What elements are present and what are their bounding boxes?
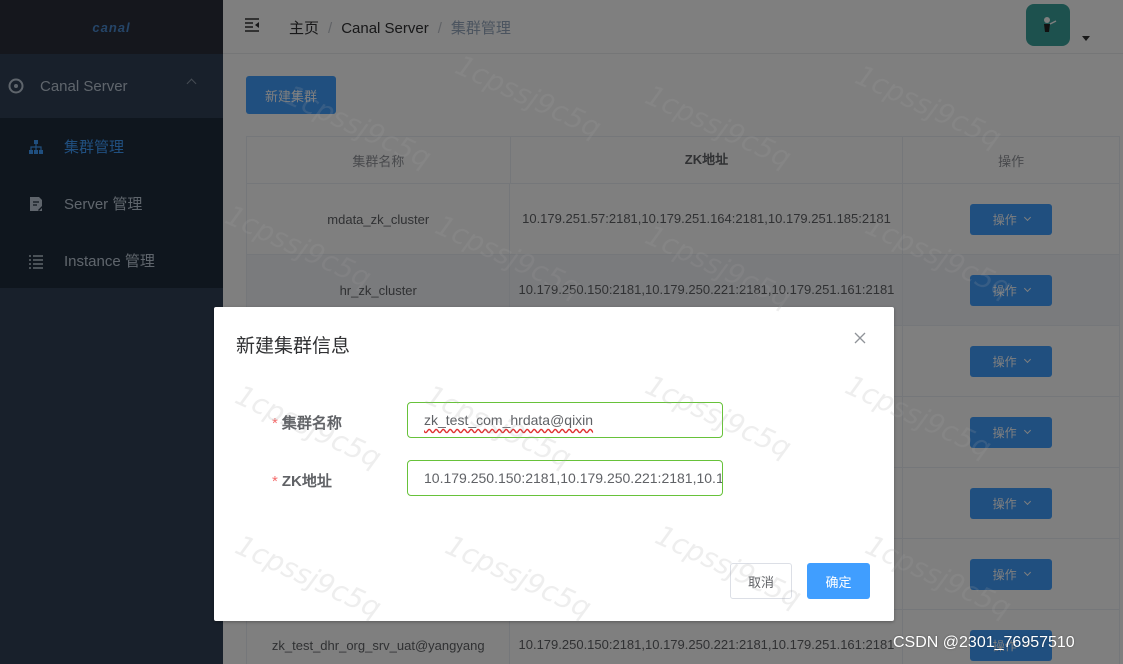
cluster-name-value: zk_test_com_hrdata@qixin <box>424 412 594 428</box>
cancel-button[interactable]: 取消 <box>730 563 792 599</box>
close-icon[interactable] <box>853 331 867 345</box>
cluster-name-label: * 集群名称 <box>272 412 342 433</box>
csdn-credit: CSDN @2301_76957510 <box>893 634 1075 651</box>
zk-address-label-text: ZK地址 <box>281 473 332 490</box>
cluster-name-input[interactable]: zk_test_com_hrdata@qixin <box>407 402 723 438</box>
dialog-title: 新建集群信息 <box>236 336 351 357</box>
zk-address-input[interactable]: 10.179.250.150:2181,10.179.250.221:2181,… <box>407 460 723 496</box>
zk-address-value: 10.179.250.150:2181,10.179.250.221:2181,… <box>424 470 723 486</box>
zk-address-label: * ZK地址 <box>272 470 332 491</box>
cluster-name-label-text: 集群名称 <box>281 415 342 432</box>
new-cluster-dialog: 新建集群信息 * 集群名称 zk_test_com_hrdata@qixin * Z… <box>214 307 894 621</box>
confirm-button[interactable]: 确定 <box>807 563 870 599</box>
required-mark: * <box>272 473 278 490</box>
required-mark: * <box>272 415 278 432</box>
